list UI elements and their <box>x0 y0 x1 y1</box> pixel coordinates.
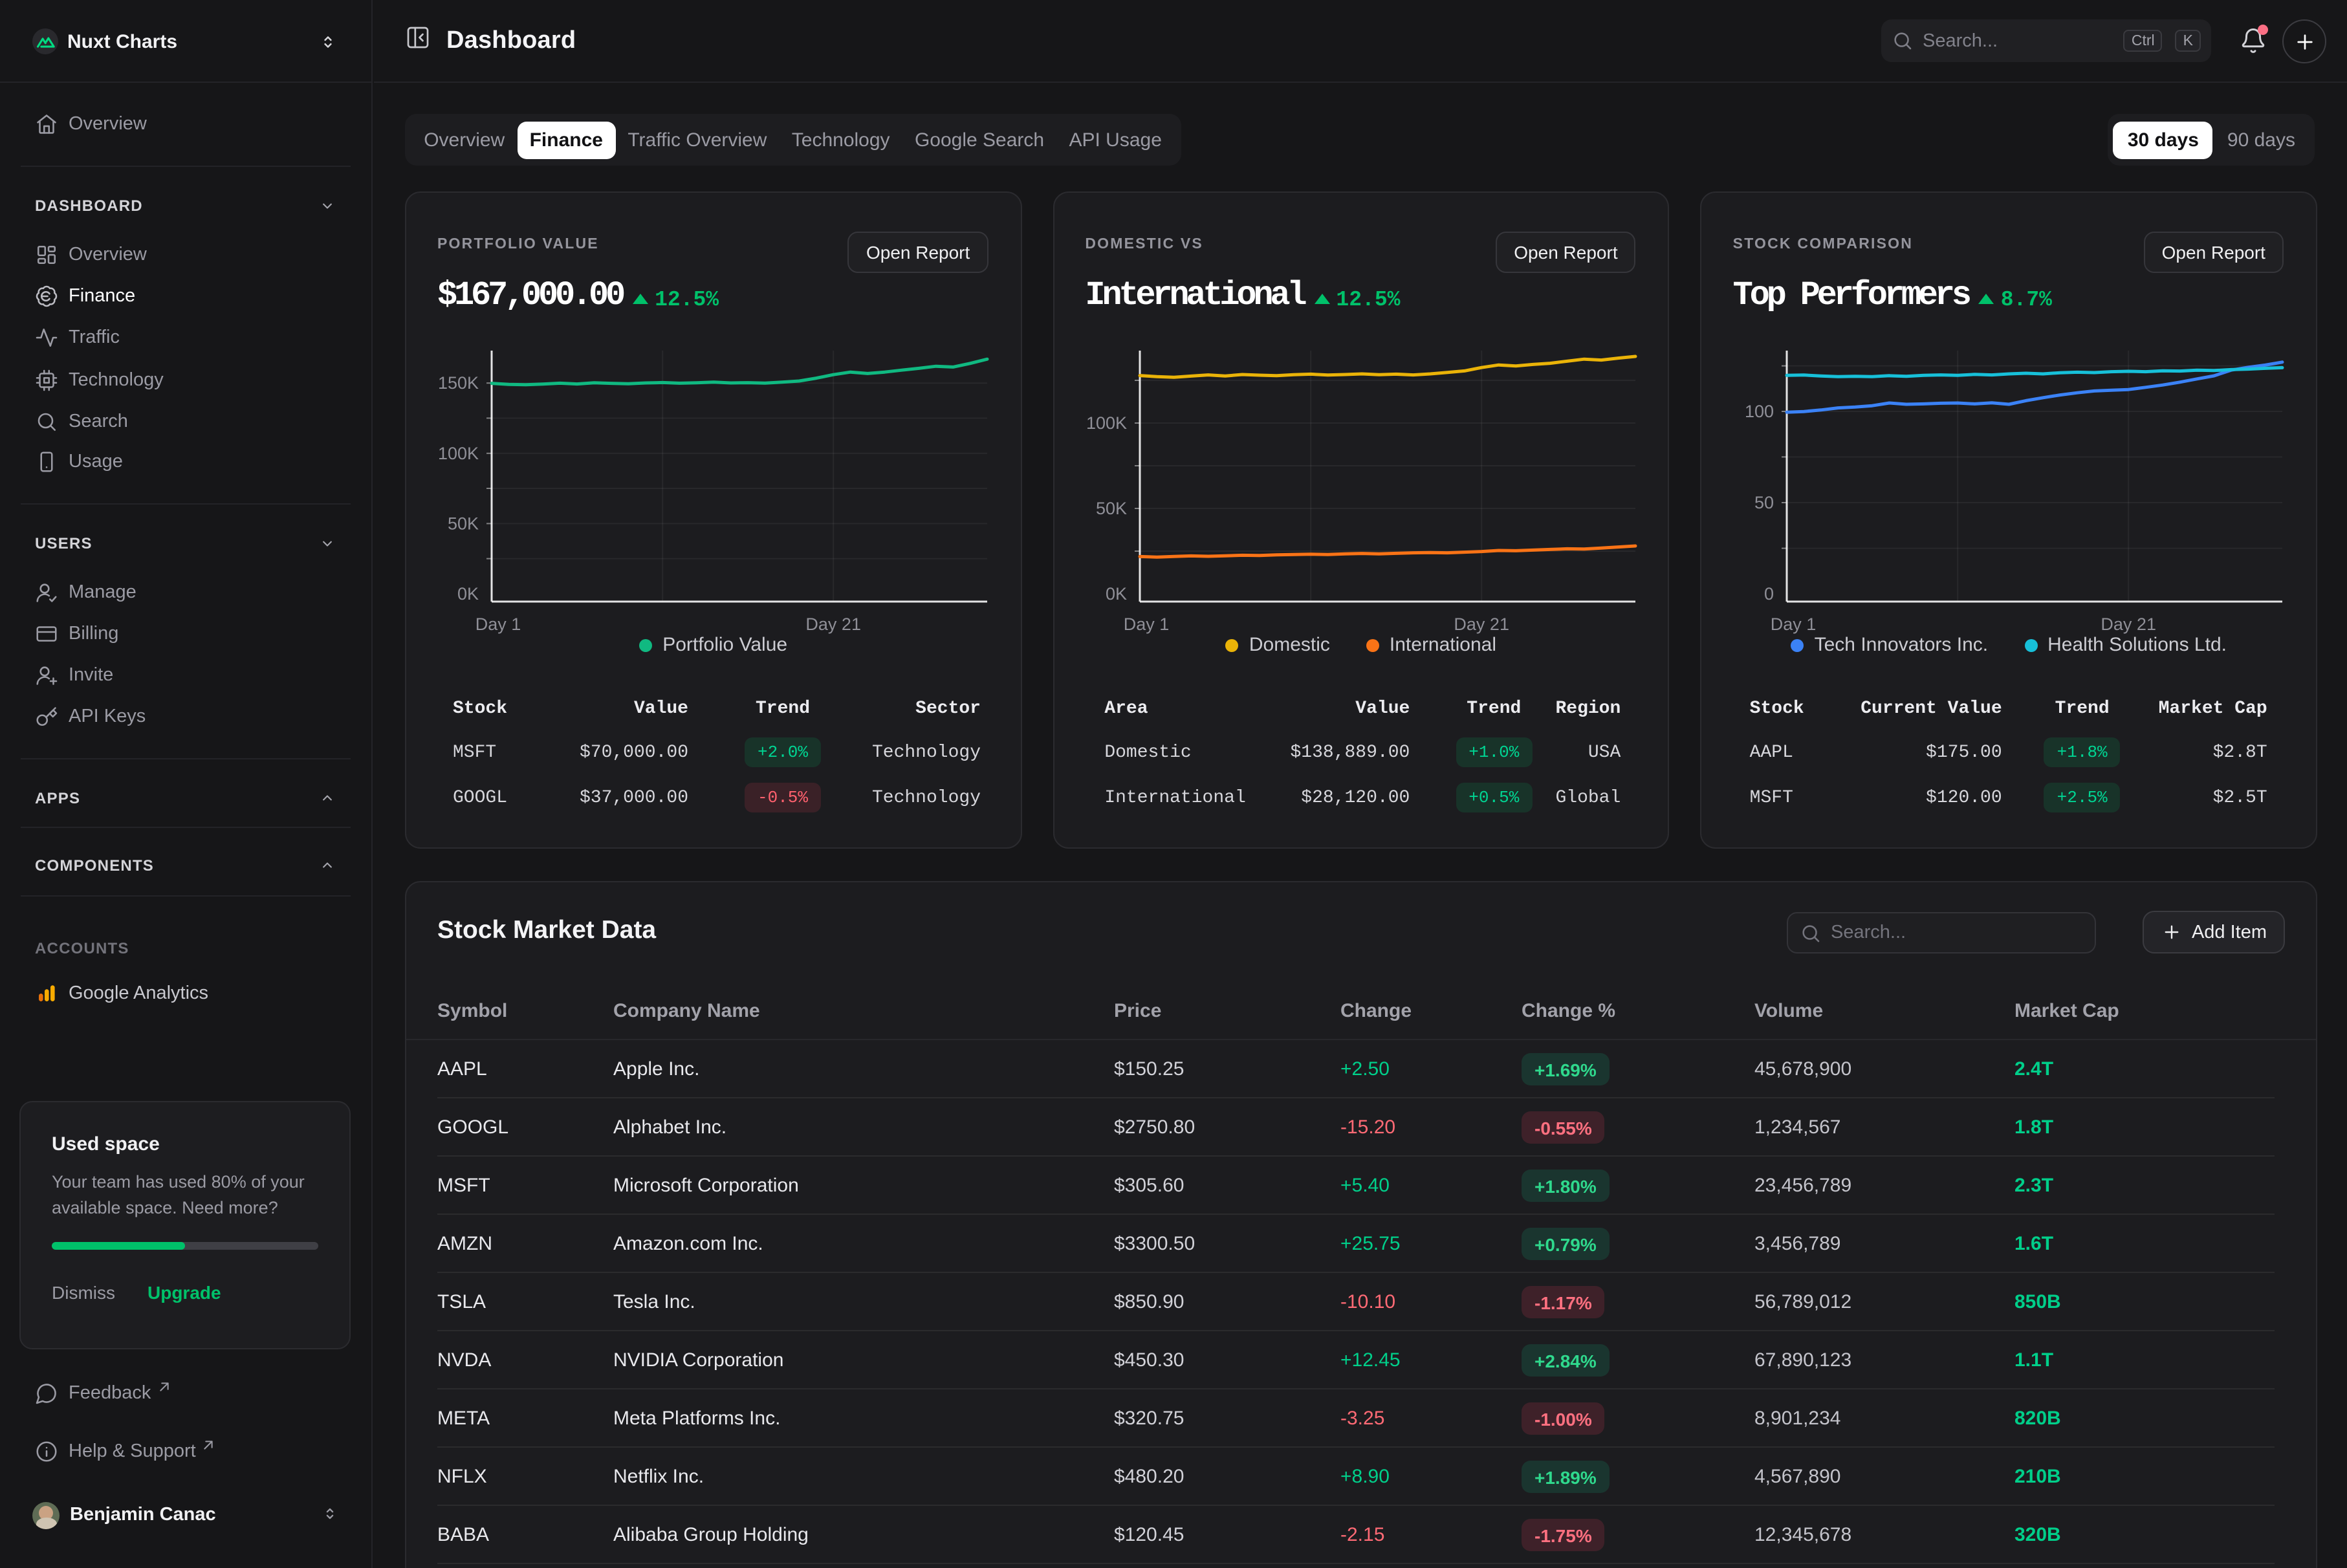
svg-text:100K: 100K <box>438 444 479 463</box>
svg-text:Day 1: Day 1 <box>1123 615 1169 634</box>
svg-text:Day 1: Day 1 <box>475 615 521 634</box>
svg-text:Day 21: Day 21 <box>2101 615 2157 634</box>
svg-text:Day 21: Day 21 <box>805 615 861 634</box>
svg-text:50: 50 <box>1755 493 1774 512</box>
svg-text:Day 1: Day 1 <box>1771 615 1817 634</box>
svg-text:Day 21: Day 21 <box>1454 615 1509 634</box>
svg-text:0K: 0K <box>457 584 479 604</box>
svg-text:100: 100 <box>1745 402 1774 421</box>
svg-text:100K: 100K <box>1086 413 1126 433</box>
svg-text:0: 0 <box>1765 584 1774 604</box>
svg-text:150K: 150K <box>438 373 479 393</box>
svg-text:0K: 0K <box>1105 584 1126 604</box>
svg-text:50K: 50K <box>1095 499 1126 518</box>
svg-text:50K: 50K <box>448 514 479 533</box>
